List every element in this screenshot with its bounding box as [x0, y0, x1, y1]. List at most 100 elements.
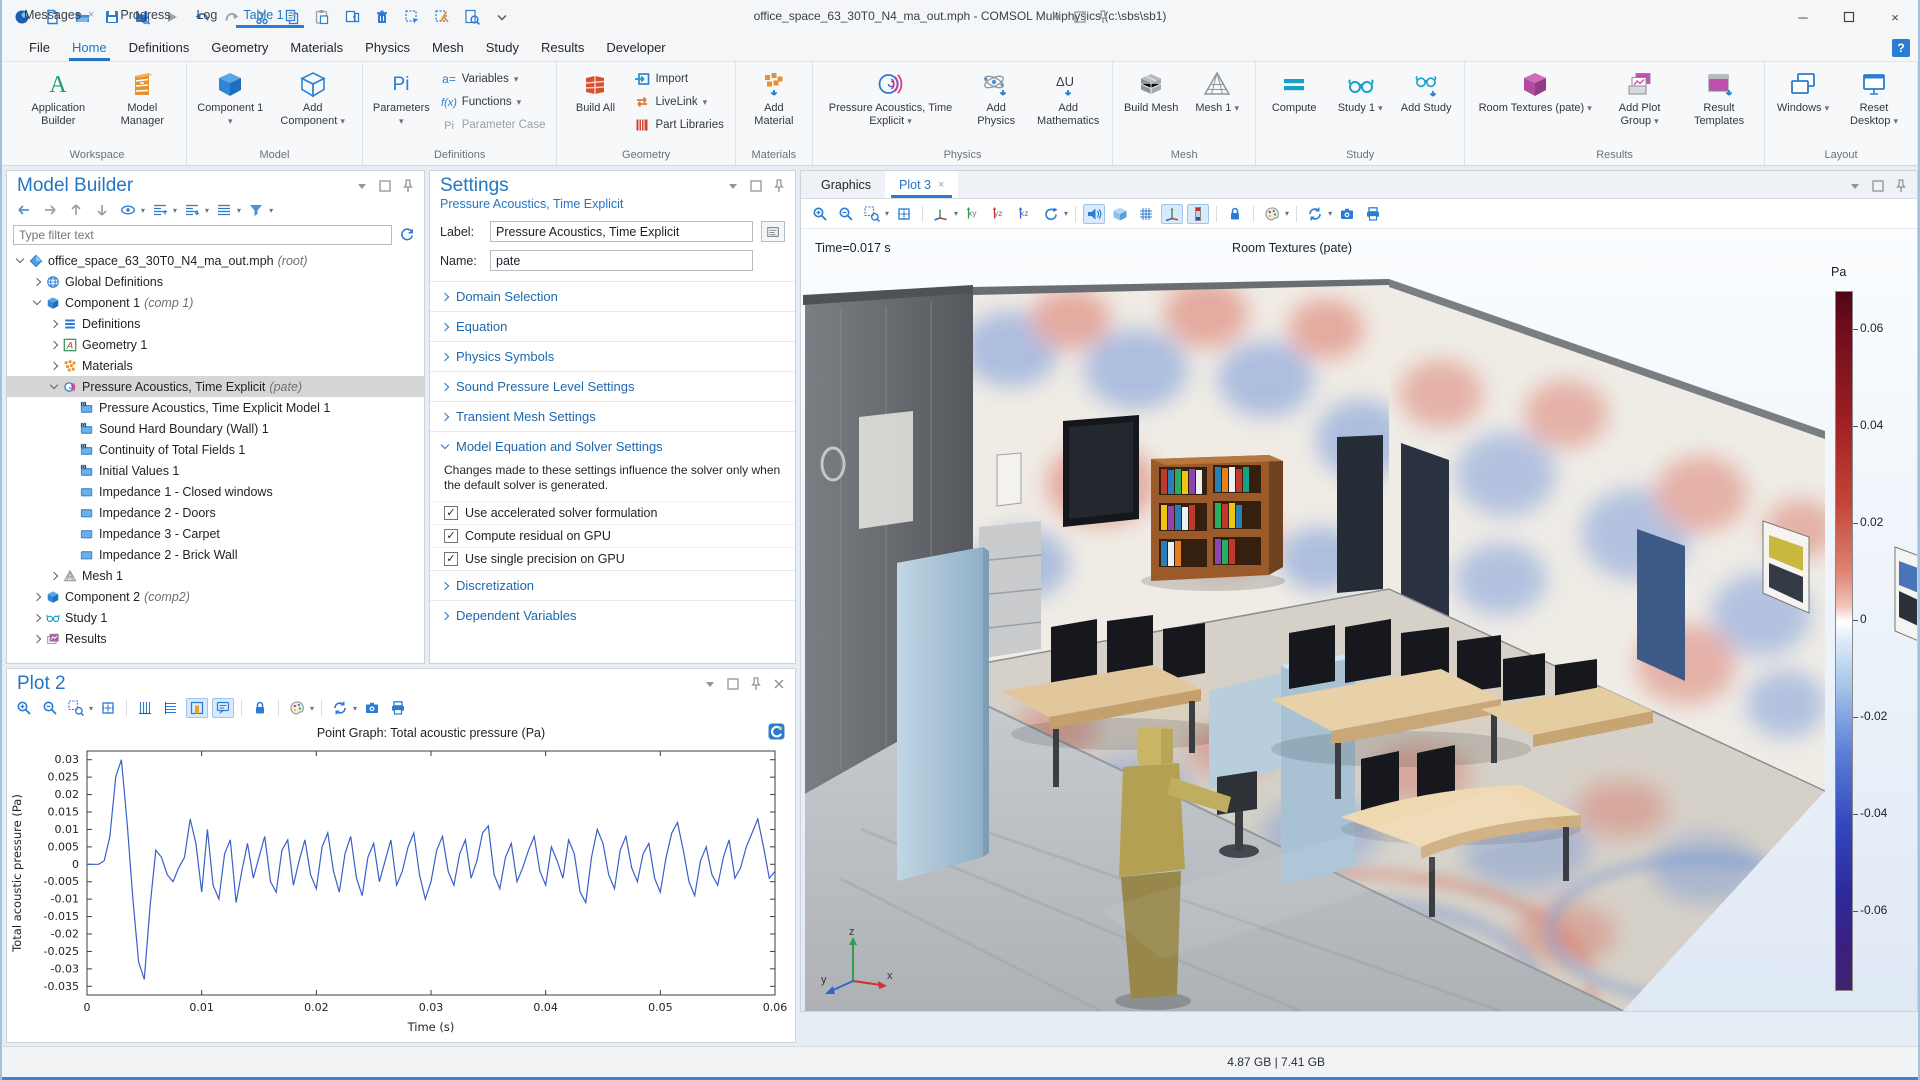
tree-item[interactable]: Impedance 3 - Carpet [7, 523, 424, 544]
windows-button[interactable]: Windows ▾ [1771, 66, 1835, 117]
refresh-filter-button[interactable] [396, 225, 418, 245]
add-material-button[interactable]: Add Material [742, 66, 806, 129]
reset-desktop-button[interactable]: Reset Desktop ▾ [1837, 66, 1911, 129]
comsol-logo-icon[interactable] [768, 723, 785, 740]
room-textures-button[interactable]: Room Textures (pate) ▾ [1471, 66, 1599, 117]
caret-small-button[interactable] [354, 178, 370, 194]
tab-log[interactable]: Log [183, 1, 230, 28]
compute-button[interactable]: Compute [1262, 66, 1326, 117]
tree-expander[interactable] [30, 613, 44, 622]
tree-item[interactable]: Materials [7, 355, 424, 376]
checkbox[interactable]: ✓ [444, 529, 458, 543]
parameters-button[interactable]: Pi Parameters ▾ [369, 66, 434, 129]
caret-small-button[interactable] [702, 676, 718, 692]
tree-item[interactable]: Pressure Acoustics, Time Explicit (pate) [7, 376, 424, 397]
section-header[interactable]: Sound Pressure Level Settings [430, 372, 795, 401]
pin-button[interactable] [1893, 178, 1909, 194]
variables-button[interactable]: a= Variables ▾ [436, 69, 551, 89]
update-button[interactable] [1304, 204, 1326, 224]
tree-expander[interactable] [47, 571, 61, 580]
section-header[interactable]: Dependent Variables [430, 601, 795, 630]
palette-button[interactable] [286, 698, 308, 718]
graphics-viewport[interactable]: Time=0.017 s Room Textures (pate) Pa 0.0… [801, 229, 1917, 1011]
menu-home[interactable]: Home [61, 34, 118, 61]
transp-button[interactable] [1109, 204, 1131, 224]
float-button[interactable] [1870, 178, 1886, 194]
triadtgl-button[interactable] [1161, 203, 1184, 224]
checkbox[interactable]: ✓ [444, 552, 458, 566]
arrow-right-button[interactable] [39, 200, 61, 220]
pin-button[interactable] [771, 178, 787, 194]
arrow-down-button[interactable] [91, 200, 113, 220]
show-button[interactable] [117, 200, 139, 220]
tree-item[interactable]: office_space_63_30T0_N4_ma_out.mph (root) [7, 250, 424, 271]
tree-item[interactable]: D Pressure Acoustics, Time Explicit Model… [7, 397, 424, 418]
menu-materials[interactable]: Materials [279, 34, 354, 61]
zoom-out-button[interactable] [835, 204, 857, 224]
tree-expander[interactable] [30, 592, 44, 601]
camera-button[interactable] [1336, 204, 1358, 224]
arrow-left-button[interactable] [13, 200, 35, 220]
lock-button[interactable] [1224, 204, 1246, 224]
pin-button[interactable] [1095, 9, 1111, 25]
tree-expander[interactable] [47, 319, 61, 328]
expand-button[interactable] [181, 200, 203, 220]
menu-physics[interactable]: Physics [354, 34, 421, 61]
grid3-button[interactable] [1135, 204, 1157, 224]
tree-expander[interactable] [30, 296, 44, 306]
goto-view-button[interactable] [930, 204, 952, 224]
speaker-button[interactable] [1083, 203, 1106, 224]
label-input[interactable] [490, 221, 753, 242]
zoom-box-button[interactable] [861, 204, 883, 224]
import-button[interactable]: Import [629, 69, 728, 89]
tree-item[interactable]: A Geometry 1 [7, 334, 424, 355]
arrow-up-button[interactable] [65, 200, 87, 220]
add-math-button[interactable]: ΔU Add Mathematics [1030, 66, 1106, 129]
pin-button[interactable] [400, 178, 416, 194]
camera-button[interactable] [361, 698, 383, 718]
section-header[interactable]: Transient Mesh Settings [430, 402, 795, 431]
float-button[interactable] [725, 676, 741, 692]
zoom-in-button[interactable] [13, 698, 35, 718]
cbar-button[interactable] [1187, 203, 1210, 224]
zoom-out-button[interactable] [39, 698, 61, 718]
section-header[interactable]: Physics Symbols [430, 342, 795, 371]
view-xz-button[interactable]: xz [1014, 204, 1036, 224]
menu-study[interactable]: Study [475, 34, 530, 61]
app-builder-button[interactable]: A Application Builder [14, 66, 103, 129]
help-button[interactable]: ? [1892, 39, 1910, 57]
caret-small-button[interactable] [1049, 9, 1065, 25]
extents-button[interactable] [97, 698, 119, 718]
palette-button[interactable] [1261, 204, 1283, 224]
point-graph-chart[interactable]: Point Graph: Total acoustic pressure (Pa… [7, 721, 791, 1039]
study-button[interactable]: Study 1 ▾ [1328, 66, 1392, 117]
section-header[interactable]: Model Equation and Solver Settings [430, 432, 795, 461]
menu-developer[interactable]: Developer [595, 34, 676, 61]
view-xy-button[interactable]: xy [962, 204, 984, 224]
mesh-button[interactable]: Mesh 1 ▾ [1185, 66, 1249, 117]
zoom-in-button[interactable] [809, 204, 831, 224]
menu-mesh[interactable]: Mesh [421, 34, 475, 61]
zoom-box-button[interactable] [65, 698, 87, 718]
axisbox-button[interactable] [186, 698, 209, 718]
tree-item[interactable]: D Initial Values 1 [7, 460, 424, 481]
tree-item[interactable]: Study 1 [7, 607, 424, 628]
tree-item[interactable]: Definitions [7, 313, 424, 334]
build-mesh-button[interactable]: Build Mesh [1119, 66, 1183, 117]
view-yz-button[interactable]: yz [988, 204, 1010, 224]
printer-button[interactable] [1362, 204, 1384, 224]
tree-item[interactable]: Component 1 (comp 1) [7, 292, 424, 313]
tree-filter-input[interactable] [13, 225, 392, 245]
tree-expander[interactable] [13, 254, 27, 264]
section-header[interactable]: Domain Selection [430, 282, 795, 311]
section-header[interactable]: Discretization [430, 571, 795, 600]
tab-table-1[interactable]: Table 1 × [230, 1, 310, 28]
build-all-button[interactable]: Build All [563, 66, 627, 117]
tree-item[interactable]: Component 2 (comp2) [7, 586, 424, 607]
float-button[interactable] [748, 178, 764, 194]
add-component-button[interactable]: Add Component ▾ [269, 66, 355, 129]
close-button[interactable]: × [1872, 0, 1918, 34]
menu-file[interactable]: File [18, 34, 61, 61]
maximize-button[interactable] [1826, 0, 1872, 34]
pin-button[interactable] [748, 676, 764, 692]
